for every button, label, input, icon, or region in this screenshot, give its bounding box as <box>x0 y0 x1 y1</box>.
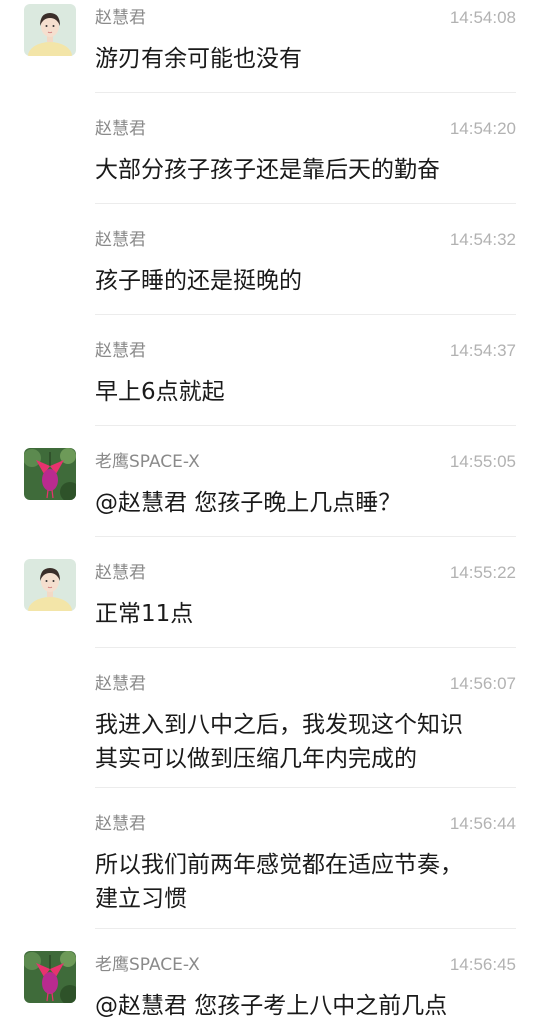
sender-name: 赵慧君 <box>95 563 146 583</box>
message-divider <box>95 647 516 648</box>
message-text[interactable]: 游刃有余可能也没有 <box>95 42 515 76</box>
message-text[interactable]: @赵慧君 您孩子考上八中之前几点 睡？ <box>95 989 515 1025</box>
message-time: 14:56:44 <box>449 814 516 833</box>
sender-name: 赵慧君 <box>95 230 146 250</box>
sender-name: 赵慧君 <box>95 8 146 28</box>
message-text[interactable]: 大部分孩子孩子还是靠后天的勤奋 <box>95 153 515 187</box>
woman-avatar-icon[interactable] <box>24 4 76 56</box>
chat-message-list[interactable]: 赵慧君 14:54:08 游刃有余可能也没有 赵慧君 14:54:20 大部分孩… <box>0 0 540 1025</box>
message-time: 14:54:32 <box>449 230 516 249</box>
message-time: 14:55:05 <box>449 452 516 471</box>
message-text[interactable]: 正常11点 <box>95 597 515 631</box>
message-divider <box>95 314 516 315</box>
sender-name: 赵慧君 <box>95 674 146 694</box>
sender-name: 赵慧君 <box>95 814 146 834</box>
message-text[interactable]: 孩子睡的还是挺晚的 <box>95 264 515 298</box>
sender-name: 赵慧君 <box>95 341 146 361</box>
message-text[interactable]: 所以我们前两年感觉都在适应节奏， 建立习惯 <box>95 848 515 916</box>
message-time: 14:54:20 <box>449 119 516 138</box>
message-time: 14:54:37 <box>449 341 516 360</box>
woman-avatar-icon[interactable] <box>24 559 76 611</box>
sender-name: 老鹰SPACE-X <box>95 452 200 472</box>
message-time: 14:54:08 <box>449 8 516 27</box>
message-divider <box>95 787 516 788</box>
message-divider <box>95 203 516 204</box>
message-time: 14:55:22 <box>449 563 516 582</box>
message-text[interactable]: 我进入到八中之后，我发现这个知识 其实可以做到压缩几年内完成的 <box>95 708 515 776</box>
message-text[interactable]: 早上6点就起 <box>95 375 515 409</box>
message-text[interactable]: @赵慧君 您孩子晚上几点睡？ <box>95 486 515 520</box>
message-divider <box>95 425 516 426</box>
sender-name: 赵慧君 <box>95 119 146 139</box>
message-time: 14:56:07 <box>449 674 516 693</box>
message-divider <box>95 536 516 537</box>
message-divider <box>95 92 516 93</box>
message-divider <box>95 928 516 929</box>
message-time: 14:56:45 <box>449 955 516 974</box>
flower-avatar-icon[interactable] <box>24 448 76 500</box>
sender-name: 老鹰SPACE-X <box>95 955 200 975</box>
flower-avatar-icon[interactable] <box>24 951 76 1003</box>
